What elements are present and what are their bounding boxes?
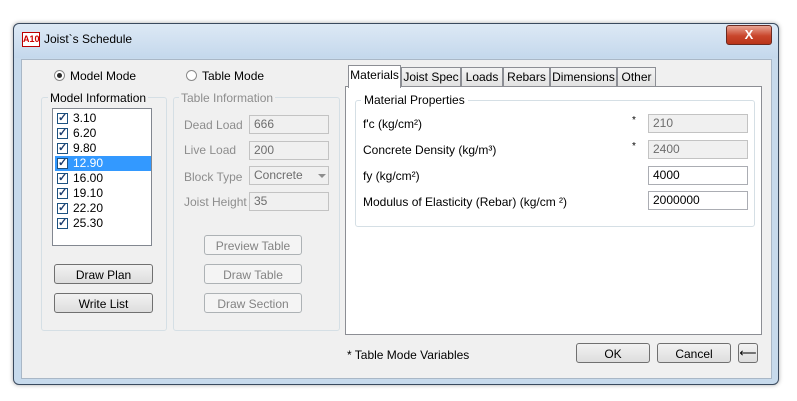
title-bar[interactable]: A10 Joist`s Schedule X [14, 24, 778, 58]
model-mode-label[interactable]: Model Mode [70, 69, 136, 83]
checkbox[interactable] [57, 126, 68, 139]
ok-button[interactable]: OK [576, 343, 650, 363]
list-item[interactable]: 9.80 [55, 141, 151, 156]
write-list-button[interactable]: Write List [54, 293, 153, 313]
window-title: Joist`s Schedule [44, 32, 133, 46]
cancel-button[interactable]: Cancel [657, 343, 731, 363]
checkbox[interactable] [57, 186, 68, 199]
checkbox[interactable] [57, 171, 68, 184]
list-item-label: 25.30 [73, 216, 104, 230]
tab-loads[interactable]: Loads [461, 67, 503, 86]
checkbox[interactable] [57, 201, 68, 214]
table-mode-marker: * [632, 115, 636, 126]
list-item[interactable]: 16.00 [55, 171, 151, 186]
block-type-label: Block Type [184, 170, 243, 184]
live-load-field[interactable]: 200 [249, 141, 329, 160]
table-mode-label[interactable]: Table Mode [202, 69, 264, 83]
table-mode-note: * Table Mode Variables [347, 348, 470, 362]
model-listbox[interactable]: 3.10 6.20 9.80 12.90 16.00 19.10 22.20 2… [52, 108, 152, 246]
joist-height-label: Joist Height [184, 195, 247, 209]
fy-label: fy (kg/cm²) [363, 169, 420, 183]
dead-load-label: Dead Load [184, 118, 243, 132]
arrow-left-icon: ⟵ [739, 346, 757, 360]
model-information-title: Model Information [48, 91, 149, 105]
draw-section-button[interactable]: Draw Section [204, 293, 302, 313]
list-item-label: 22.20 [73, 201, 104, 215]
tab-joist-spec[interactable]: Joist Spec [401, 67, 461, 86]
table-mode-radio[interactable] [186, 70, 197, 81]
dead-load-field[interactable]: 666 [249, 115, 329, 134]
list-item[interactable]: 25.30 [55, 216, 151, 231]
back-arrow-button[interactable]: ⟵ [738, 343, 758, 363]
draw-plan-button[interactable]: Draw Plan [54, 264, 153, 284]
list-item[interactable]: 3.10 [55, 111, 151, 126]
list-item-label: 3.10 [73, 111, 97, 125]
concrete-density-field[interactable]: 2400 [648, 140, 748, 159]
checkbox[interactable] [57, 141, 68, 154]
tab-dimensions[interactable]: Dimensions [550, 67, 617, 86]
app-icon: A10 [22, 32, 40, 47]
material-properties-title: Material Properties [361, 93, 468, 107]
list-item-selected[interactable]: 12.90 [55, 156, 151, 171]
fc-label: f'c (kg/cm²) [363, 117, 422, 131]
preview-table-button[interactable]: Preview Table [204, 235, 302, 255]
chevron-down-icon[interactable] [314, 167, 328, 184]
modulus-field[interactable]: 2000000 [648, 191, 748, 210]
live-load-label: Live Load [184, 143, 237, 157]
tab-rebars[interactable]: Rebars [503, 67, 550, 86]
fc-field[interactable]: 210 [648, 114, 748, 133]
fy-field[interactable]: 4000 [648, 166, 748, 185]
list-item[interactable]: 19.10 [55, 186, 151, 201]
joist-height-field[interactable]: 35 [249, 192, 329, 211]
block-type-value: Concrete [254, 168, 303, 182]
tab-materials[interactable]: Materials [348, 65, 401, 88]
table-mode-marker: * [632, 141, 636, 152]
list-item-label: 6.20 [73, 126, 97, 140]
concrete-density-label: Concrete Density (kg/m³) [363, 143, 497, 157]
list-item[interactable]: 22.20 [55, 201, 151, 216]
model-mode-radio[interactable] [54, 70, 65, 81]
list-item-label: 19.10 [73, 186, 104, 200]
list-item[interactable]: 6.20 [55, 126, 151, 141]
checkbox[interactable] [57, 111, 68, 124]
close-button[interactable]: X [726, 25, 772, 45]
modulus-label: Modulus of Elasticity (Rebar) (kg/cm ²) [363, 195, 568, 209]
checkbox[interactable] [57, 216, 68, 229]
list-item-label: 16.00 [73, 171, 104, 185]
checkbox[interactable] [57, 156, 68, 169]
draw-table-button[interactable]: Draw Table [204, 264, 302, 284]
table-information-title: Table Information [179, 91, 276, 105]
list-item-label: 12.90 [73, 156, 104, 170]
list-item-label: 9.80 [73, 141, 97, 155]
tab-other[interactable]: Other [617, 67, 656, 86]
